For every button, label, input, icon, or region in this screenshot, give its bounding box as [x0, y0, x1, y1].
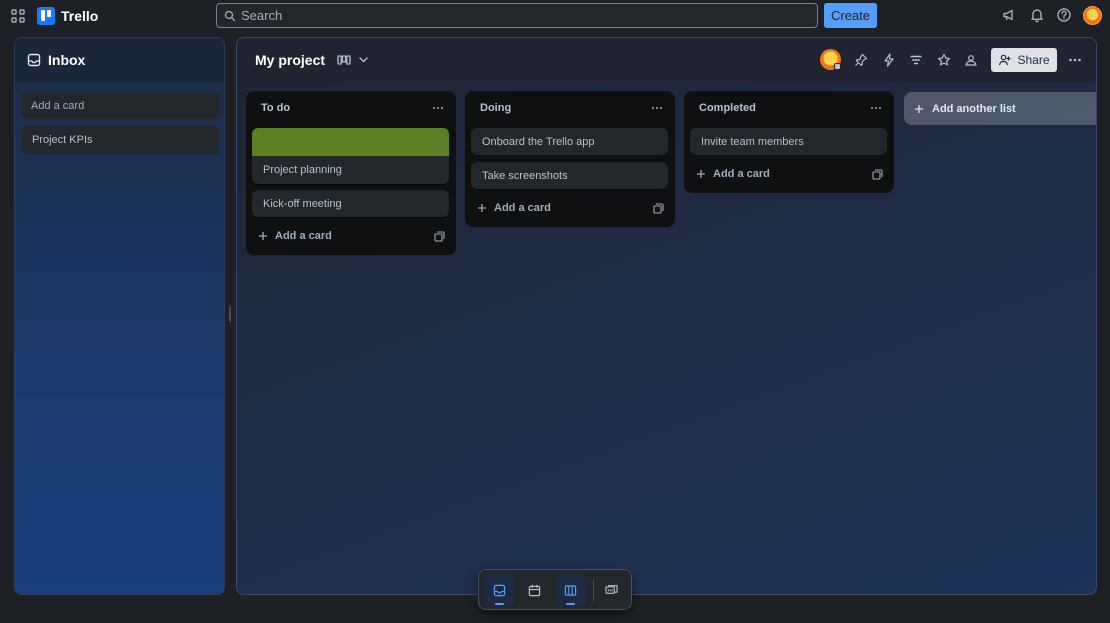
list-menu-icon[interactable] [651, 104, 663, 112]
share-label: Share [1017, 53, 1050, 67]
trello-logo-icon [37, 6, 55, 25]
create-button[interactable]: Create [824, 3, 877, 28]
list-menu-icon[interactable] [870, 104, 882, 112]
list-completed: Completed Invite team members Add a card [684, 91, 894, 193]
search-input[interactable] [241, 8, 781, 23]
search-icon [224, 10, 236, 21]
inbox-title: Inbox [48, 52, 86, 68]
list-title: To do [261, 102, 291, 114]
card-template-icon[interactable] [653, 203, 664, 214]
star-icon[interactable] [937, 53, 951, 67]
top-nav: Trello Create [0, 0, 1110, 31]
list-to-do: To do Project planning Kick-off meeting … [246, 91, 456, 255]
card-title: Project planning [263, 164, 342, 176]
plus-icon [259, 232, 267, 240]
chevron-down-icon[interactable] [358, 54, 369, 65]
add-card-label: Add a card [713, 168, 770, 180]
card[interactable]: Take screenshots [471, 162, 668, 189]
list-title: Doing [480, 102, 512, 114]
card-title: Kick-off meeting [263, 197, 342, 210]
switcher-divider [593, 580, 594, 601]
app-name: Trello [61, 7, 99, 24]
filter-icon[interactable] [909, 53, 923, 67]
add-list-button[interactable]: Add another list [904, 92, 1096, 125]
inbox-icon [493, 584, 506, 597]
more-icon[interactable] [1068, 53, 1082, 67]
list-header[interactable]: Completed [684, 91, 894, 125]
help-icon[interactable] [1056, 7, 1072, 23]
card[interactable]: Project planning [252, 128, 449, 184]
plus-icon [697, 170, 705, 178]
switcher-inbox[interactable] [484, 575, 515, 606]
plus-icon [478, 204, 486, 212]
panel-resize-handle[interactable] [229, 306, 231, 322]
add-card-label: Add a card [494, 202, 551, 214]
inbox-add-card-input[interactable]: Add a card [22, 92, 219, 119]
automation-icon[interactable] [882, 53, 896, 67]
add-card-label: Add a card [275, 230, 332, 242]
card-template-icon[interactable] [434, 231, 445, 242]
search-bar[interactable] [216, 3, 818, 28]
card-title: Take screenshots [482, 169, 568, 182]
list-header[interactable]: To do [246, 91, 456, 125]
user-avatar[interactable] [1083, 6, 1102, 25]
board-icon [564, 585, 577, 596]
add-card-button[interactable]: Add a card [258, 230, 332, 242]
list-menu-icon[interactable] [432, 104, 444, 112]
card[interactable]: Onboard the Trello app [471, 128, 668, 155]
switch-boards-icon [605, 585, 618, 594]
view-switcher [478, 569, 632, 610]
switcher-switch-boards[interactable] [596, 575, 627, 606]
add-card-button[interactable]: Add a card [696, 168, 770, 180]
admin-badge-icon [834, 63, 841, 70]
inbox-header: Inbox [15, 38, 224, 82]
board: My project Share To do Project planning … [236, 37, 1097, 595]
add-person-icon [999, 54, 1011, 66]
card-title: Invite team members [701, 135, 804, 148]
switcher-board[interactable] [555, 575, 586, 606]
inbox-card[interactable]: Project KPIs [22, 126, 219, 154]
board-title[interactable]: My project [255, 52, 325, 68]
active-indicator [495, 603, 504, 605]
card[interactable]: Invite team members [690, 128, 887, 155]
plus-icon [915, 104, 923, 113]
card-cover [252, 128, 449, 156]
card[interactable]: Kick-off meeting [252, 190, 449, 217]
calendar-icon [528, 584, 541, 597]
list-doing: Doing Onboard the Trello app Take screen… [465, 91, 675, 227]
inbox-icon [27, 53, 41, 67]
board-header: My project Share [237, 38, 1096, 82]
share-button[interactable]: Share [991, 48, 1057, 72]
switcher-planner[interactable] [519, 575, 550, 606]
card-template-icon[interactable] [872, 169, 883, 180]
trello-logo[interactable]: Trello [37, 6, 98, 25]
card-title: Onboard the Trello app [482, 135, 595, 148]
pin-icon[interactable] [854, 53, 868, 67]
add-list-label: Add another list [932, 102, 1016, 115]
inbox-panel: Inbox Add a card Project KPIs [14, 37, 225, 595]
active-indicator [566, 603, 575, 605]
list-header[interactable]: Doing [465, 91, 675, 125]
list-title: Completed [699, 102, 756, 114]
app-switcher-icon[interactable] [10, 8, 26, 24]
bell-icon[interactable] [1029, 7, 1045, 23]
megaphone-icon[interactable] [1001, 7, 1017, 23]
add-card-button[interactable]: Add a card [477, 202, 551, 214]
board-view-icon[interactable] [337, 53, 351, 67]
visibility-icon[interactable] [964, 53, 978, 67]
